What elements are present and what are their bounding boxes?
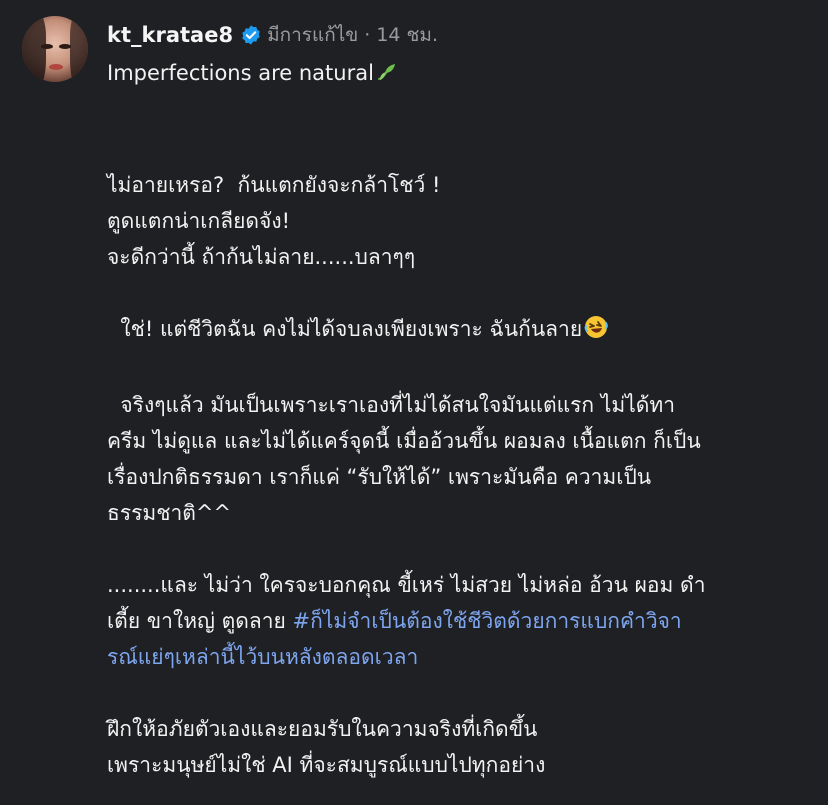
herb-leaf-icon	[375, 59, 399, 95]
paragraph-3-line-4: ธรรมชาติ^^	[107, 501, 232, 525]
avatar-eye-right	[59, 44, 71, 49]
paragraph-1-line-3: จะดีกว่านี้ ถ้าก้นไม่ลาย......บลาๆๆ	[107, 245, 416, 269]
paragraph-3-line-2: ครีม ไม่ดูแล และไม่ได้แคร์จุดนี้ เมื่ออ้…	[107, 429, 701, 453]
paragraph-4-line-3: รณ์แย่ๆเหล่านี้ไว้บนหลังตลอดเวลา	[107, 639, 807, 675]
hashtag-link-continued[interactable]: รณ์แย่ๆเหล่านี้ไว้บนหลังตลอดเวลา	[107, 645, 418, 669]
paragraph-1-line-2: ตูดแตกน่าเกลียดจัง!	[107, 209, 290, 233]
avatar-hair-right	[70, 16, 88, 82]
paragraph-3-line-3: เรื่องปกติธรรมดา เราก็แค่ “รับให้ได้” เพ…	[107, 465, 652, 489]
avatar-eye-left	[41, 44, 53, 49]
paragraph-2-text: ใช่! แต่ชีวิตฉัน คงไม่ได้จบลงเพียงเพราะ …	[107, 317, 583, 341]
paragraph-1-line-1: ไม่อายเหรอ? ก้นแตกยังจะกล้าโชว์ !	[107, 173, 441, 197]
paragraph-5-line-2: เพราะมนุษย์ไม่ใช่ AI ที่จะสมบูรณ์แบบไปทุ…	[107, 753, 546, 777]
hashtag-link[interactable]: #ก็ไม่จำเป็นต้องใช้ชีวิตด้วยการแบกคำวิจา	[293, 609, 682, 633]
edited-label: มีการแก้ไข	[267, 24, 359, 46]
avatar-hair-left	[22, 16, 46, 82]
paragraph-4-line-2-text: เตี้ย ขาใหญ่ ตูดลาย	[107, 609, 293, 633]
paragraph-2: ใช่! แต่ชีวิตฉัน คงไม่ได้จบลงเพียงเพราะ …	[107, 311, 807, 351]
paragraph-5-line-1: ฝึกให้อภัยตัวเองและยอมรับในความจริงที่เก…	[107, 717, 538, 741]
post-header: kt_kratae8 มีการแก้ไข · 14 ชม.	[107, 19, 438, 51]
username-link[interactable]: kt_kratae8	[107, 23, 233, 47]
post-title: Imperfections are natural	[107, 55, 807, 95]
avatar[interactable]	[22, 16, 88, 82]
paragraph-4-line-1: ........และ ไม่ว่า ใครจะบอกคุณ ขี้เหร่ ไ…	[107, 573, 706, 597]
verified-badge-icon	[240, 24, 262, 46]
post-container: kt_kratae8 มีการแก้ไข · 14 ชม. Imperfect…	[0, 0, 828, 805]
meta-separator: ·	[364, 24, 371, 46]
post-body: Imperfections are natural ไม่อายเหรอ? ก้…	[107, 55, 807, 783]
post-title-text: Imperfections are natural	[107, 61, 374, 85]
paragraph-3-line-1: จริงๆแล้ว มันเป็นเพราะเราเองที่ไม่ได้สนใ…	[107, 393, 676, 417]
post-timestamp[interactable]: 14 ชม.	[376, 20, 438, 50]
rolling-on-floor-laughing-icon	[583, 314, 609, 351]
avatar-lips	[49, 64, 63, 70]
paragraph-4-line-2: เตี้ย ขาใหญ่ ตูดลาย #ก็ไม่จำเป็นต้องใช้ช…	[107, 603, 807, 639]
